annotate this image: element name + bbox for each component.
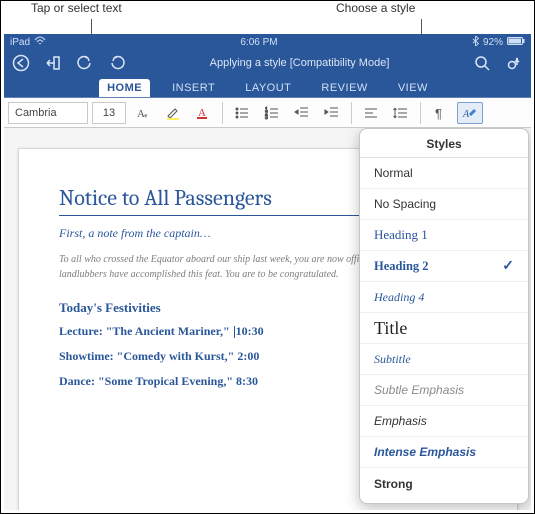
svg-text:▾: ▾ xyxy=(144,113,148,120)
undo-button[interactable] xyxy=(76,54,94,72)
separator xyxy=(222,102,223,124)
tab-home[interactable]: HOME xyxy=(99,79,150,97)
align-left-button[interactable] xyxy=(358,102,384,124)
check-icon: ✓ xyxy=(502,258,514,275)
font-format-button[interactable]: A▾ xyxy=(130,102,156,124)
bullets-button[interactable] xyxy=(229,102,255,124)
svg-text:3: 3 xyxy=(265,115,268,121)
style-heading-2[interactable]: Heading 2✓ xyxy=(360,251,528,282)
annotation-callouts: Tap or select text Choose a style xyxy=(1,1,534,34)
ribbon-tabs: HOME INSERT LAYOUT REVIEW VIEW xyxy=(4,76,531,98)
tab-insert[interactable]: INSERT xyxy=(164,79,223,97)
font-color-button[interactable]: A xyxy=(190,102,216,124)
styles-popover-title: Styles xyxy=(360,129,528,158)
separator xyxy=(351,102,352,124)
decrease-indent-button[interactable] xyxy=(289,102,315,124)
style-intense-emphasis[interactable]: Intense Emphasis xyxy=(360,437,528,468)
font-size-selector[interactable]: 13 xyxy=(92,102,126,124)
tab-view[interactable]: VIEW xyxy=(390,79,436,97)
wifi-icon xyxy=(34,36,46,48)
tab-layout[interactable]: LAYOUT xyxy=(237,79,299,97)
title-bar: Applying a style [Compatibility Mode] xyxy=(4,50,531,76)
style-normal[interactable]: Normal xyxy=(360,158,528,189)
doc-line-1a: Lecture: "The Ancient Mariner," xyxy=(59,324,233,338)
device-label: iPad xyxy=(10,37,30,48)
document-canvas[interactable]: Notice to All Passengers First, a note f… xyxy=(4,128,531,510)
style-no-spacing[interactable]: No Spacing xyxy=(360,189,528,220)
svg-text:A: A xyxy=(462,109,470,120)
redo-button[interactable] xyxy=(108,54,126,72)
increase-indent-button[interactable] xyxy=(319,102,345,124)
battery-percent: 92% xyxy=(483,37,503,48)
styles-button[interactable]: A xyxy=(457,102,483,124)
style-emphasis[interactable]: Emphasis xyxy=(360,406,528,437)
back-button[interactable] xyxy=(12,54,30,72)
search-button[interactable] xyxy=(473,54,491,72)
separator xyxy=(420,102,421,124)
battery-icon xyxy=(507,37,525,48)
home-toolbar: Cambria 13 A▾ A 123 xyxy=(4,98,531,128)
font-name-selector[interactable]: Cambria xyxy=(8,102,88,124)
style-title[interactable]: Title xyxy=(360,313,528,344)
callout-left: Tap or select text xyxy=(31,1,122,15)
callout-right: Choose a style xyxy=(336,1,415,15)
document-title: Applying a style [Compatibility Mode] xyxy=(126,57,473,69)
clock: 6:06 PM xyxy=(46,37,472,48)
highlight-button[interactable] xyxy=(160,102,186,124)
style-heading-1[interactable]: Heading 1 xyxy=(360,220,528,251)
style-subtle-emphasis[interactable]: Subtle Emphasis xyxy=(360,375,528,406)
text-cursor xyxy=(234,326,235,338)
style-heading-4[interactable]: Heading 4 xyxy=(360,282,528,313)
tab-review[interactable]: REVIEW xyxy=(313,79,375,97)
doc-line-1b: 10:30 xyxy=(236,324,264,338)
numbering-button[interactable]: 123 xyxy=(259,102,285,124)
ios-status-bar: iPad 6:06 PM 92% xyxy=(4,34,531,50)
style-subtitle[interactable]: Subtitle xyxy=(360,344,528,375)
svg-text:¶: ¶ xyxy=(435,106,442,121)
word-ipad-app: iPad 6:06 PM 92% xyxy=(4,34,531,510)
file-actions-button[interactable] xyxy=(44,54,62,72)
line-spacing-button[interactable] xyxy=(388,102,414,124)
style-strong[interactable]: Strong xyxy=(360,468,528,499)
bluetooth-icon xyxy=(472,36,479,49)
share-button[interactable] xyxy=(505,54,523,72)
paragraph-marks-button[interactable]: ¶ xyxy=(427,102,453,124)
styles-popover: Styles Normal No Spacing Heading 1 Headi… xyxy=(359,128,529,504)
